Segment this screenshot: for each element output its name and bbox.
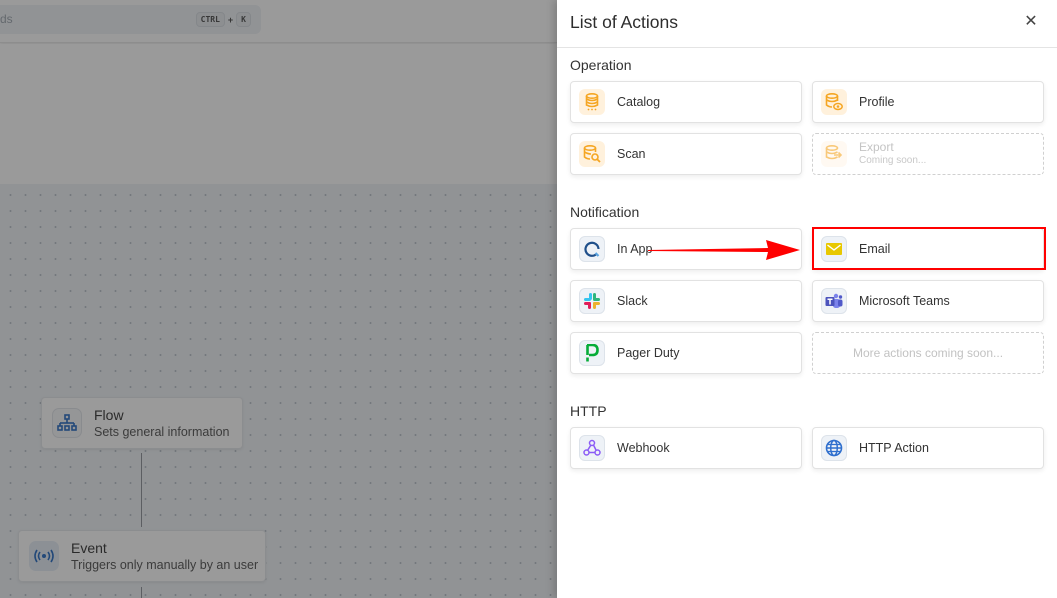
more-actions-label: More actions coming soon...: [852, 346, 1004, 360]
section-label-operation: Operation: [570, 57, 632, 73]
action-label: Export: [859, 140, 894, 154]
in-app-notification-icon: [579, 236, 605, 262]
action-in-app[interactable]: In App: [570, 228, 802, 270]
close-button[interactable]: ✕: [1023, 13, 1039, 31]
database-export-icon: [821, 141, 847, 167]
modal-backdrop[interactable]: [0, 0, 557, 598]
section-label-http: HTTP: [570, 403, 607, 419]
email-icon: [821, 236, 847, 262]
action-http[interactable]: HTTP Action: [812, 427, 1044, 469]
action-label: Pager Duty: [617, 346, 680, 360]
action-label: HTTP Action: [859, 441, 929, 455]
action-label: Profile: [859, 95, 895, 109]
action-pager-duty[interactable]: Pager Duty: [570, 332, 802, 374]
globe-icon: [821, 435, 847, 461]
action-export-disabled: Export Coming soon...: [812, 133, 1044, 175]
more-actions-placeholder: More actions coming soon...: [812, 332, 1044, 374]
action-label: Slack: [617, 294, 648, 308]
action-slack[interactable]: Slack: [570, 280, 802, 322]
action-scan[interactable]: Scan: [570, 133, 802, 175]
action-label: In App: [617, 242, 653, 256]
slack-icon: [579, 288, 605, 314]
database-eye-icon: [821, 89, 847, 115]
action-webhook[interactable]: Webhook: [570, 427, 802, 469]
database-icon: [579, 89, 605, 115]
coming-soon-label: Coming soon...: [859, 155, 927, 166]
microsoft-teams-icon: [821, 288, 847, 314]
drawer-title: List of Actions: [570, 12, 678, 32]
close-icon: ✕: [1024, 13, 1038, 30]
action-microsoft-teams[interactable]: Microsoft Teams: [812, 280, 1044, 322]
action-email[interactable]: Email: [812, 228, 1044, 270]
action-profile[interactable]: Profile: [812, 81, 1044, 123]
pagerduty-icon: [579, 340, 605, 366]
webhook-icon: [579, 435, 605, 461]
action-label: Scan: [617, 147, 646, 161]
action-label: Catalog: [617, 95, 661, 109]
database-search-icon: [579, 141, 605, 167]
actions-drawer: List of Actions ✕ Operation Catalog Prof…: [557, 0, 1057, 598]
drawer-header: List of Actions ✕: [557, 0, 1057, 48]
section-label-notification: Notification: [570, 204, 640, 220]
background-app: ds CTRL + K Flow Sets general informatio…: [0, 0, 557, 598]
action-label: Email: [859, 242, 891, 256]
action-label: Webhook: [617, 441, 670, 455]
action-label: Microsoft Teams: [859, 294, 950, 308]
action-catalog[interactable]: Catalog: [570, 81, 802, 123]
